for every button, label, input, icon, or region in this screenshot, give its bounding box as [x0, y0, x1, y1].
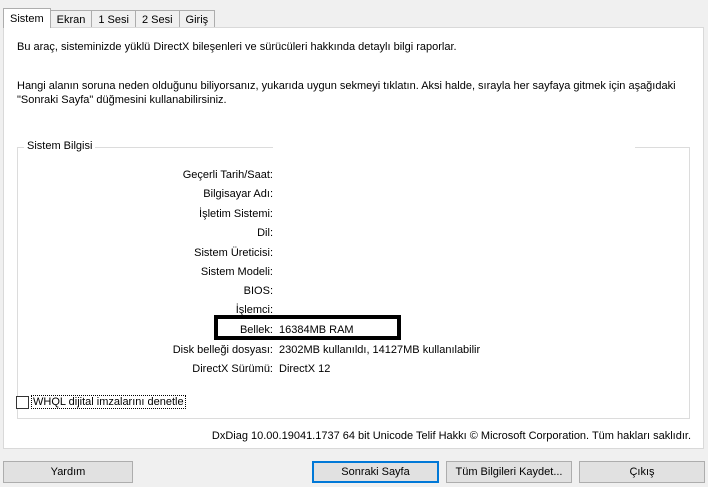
tab-input[interactable]: Giriş [178, 10, 216, 28]
info-label: Sistem Üreticisi: [194, 247, 273, 259]
info-value: 2302MB kullanıldı, 14127MB kullanılabili… [279, 344, 481, 356]
next-page-button[interactable]: Sonraki Sayfa [312, 461, 439, 483]
tab-system[interactable]: Sistem [3, 8, 51, 28]
info-row-page-file: Disk belleği dosyası: 2302MB kullanıldı,… [18, 342, 668, 358]
info-row-directx: DirectX Sürümü: DirectX 12 [18, 361, 668, 377]
info-label: İşletim Sistemi: [199, 208, 273, 220]
info-label: Disk belleği dosyası: [172, 344, 273, 356]
intro-text: Bu araç, sisteminizde yüklü DirectX bile… [17, 41, 457, 53]
info-label: Bellek: [239, 324, 273, 336]
info-label: Sistem Modeli: [200, 266, 273, 278]
whql-checkbox-label[interactable]: WHQL dijital imzalarını denetle [31, 395, 186, 409]
instruction-line-2: "Sonraki Sayfa" düğmesini kullanabilirsi… [17, 94, 227, 106]
info-label: Geçerli Tarih/Saat: [182, 169, 273, 181]
info-row-memory: Bellek: 16384MB RAM [18, 322, 668, 338]
save-all-info-button[interactable]: Tüm Bilgileri Kaydet... [446, 461, 572, 483]
whql-checkbox-control[interactable]: WHQL dijital imzalarını denetle [16, 395, 186, 409]
system-info-group: Sistem Bilgisi Geçerli Tarih/Saat: Bilgi… [17, 135, 690, 419]
tab-strip: Sistem Ekran 1 Sesi 2 Sesi Giriş [3, 8, 216, 28]
redacted-area [273, 135, 635, 318]
info-value: DirectX 12 [279, 363, 331, 375]
tab-sound-2[interactable]: 2 Sesi [134, 10, 180, 28]
info-value: 16384MB RAM [279, 324, 354, 336]
system-tab-panel: Bu araç, sisteminizde yüklü DirectX bile… [3, 27, 704, 449]
info-label: Dil: [257, 227, 273, 239]
instruction-text: Hangi alanın soruna neden olduğunu biliy… [17, 79, 677, 107]
group-title: Sistem Bilgisi [24, 140, 96, 152]
version-copyright-text: DxDiag 10.00.19041.1737 64 bit Unicode T… [211, 430, 691, 442]
whql-checkbox[interactable] [16, 395, 29, 409]
tab-sound-1[interactable]: 1 Sesi [91, 10, 136, 28]
info-label: DirectX Sürümü: [192, 363, 273, 375]
exit-button[interactable]: Çıkış [579, 461, 705, 483]
info-label: BIOS: [243, 285, 273, 297]
instruction-line-1: Hangi alanın soruna neden olduğunu biliy… [17, 80, 676, 92]
tab-display[interactable]: Ekran [49, 10, 93, 28]
info-label: Bilgisayar Adı: [203, 188, 273, 200]
help-button[interactable]: Yardım [3, 461, 133, 483]
